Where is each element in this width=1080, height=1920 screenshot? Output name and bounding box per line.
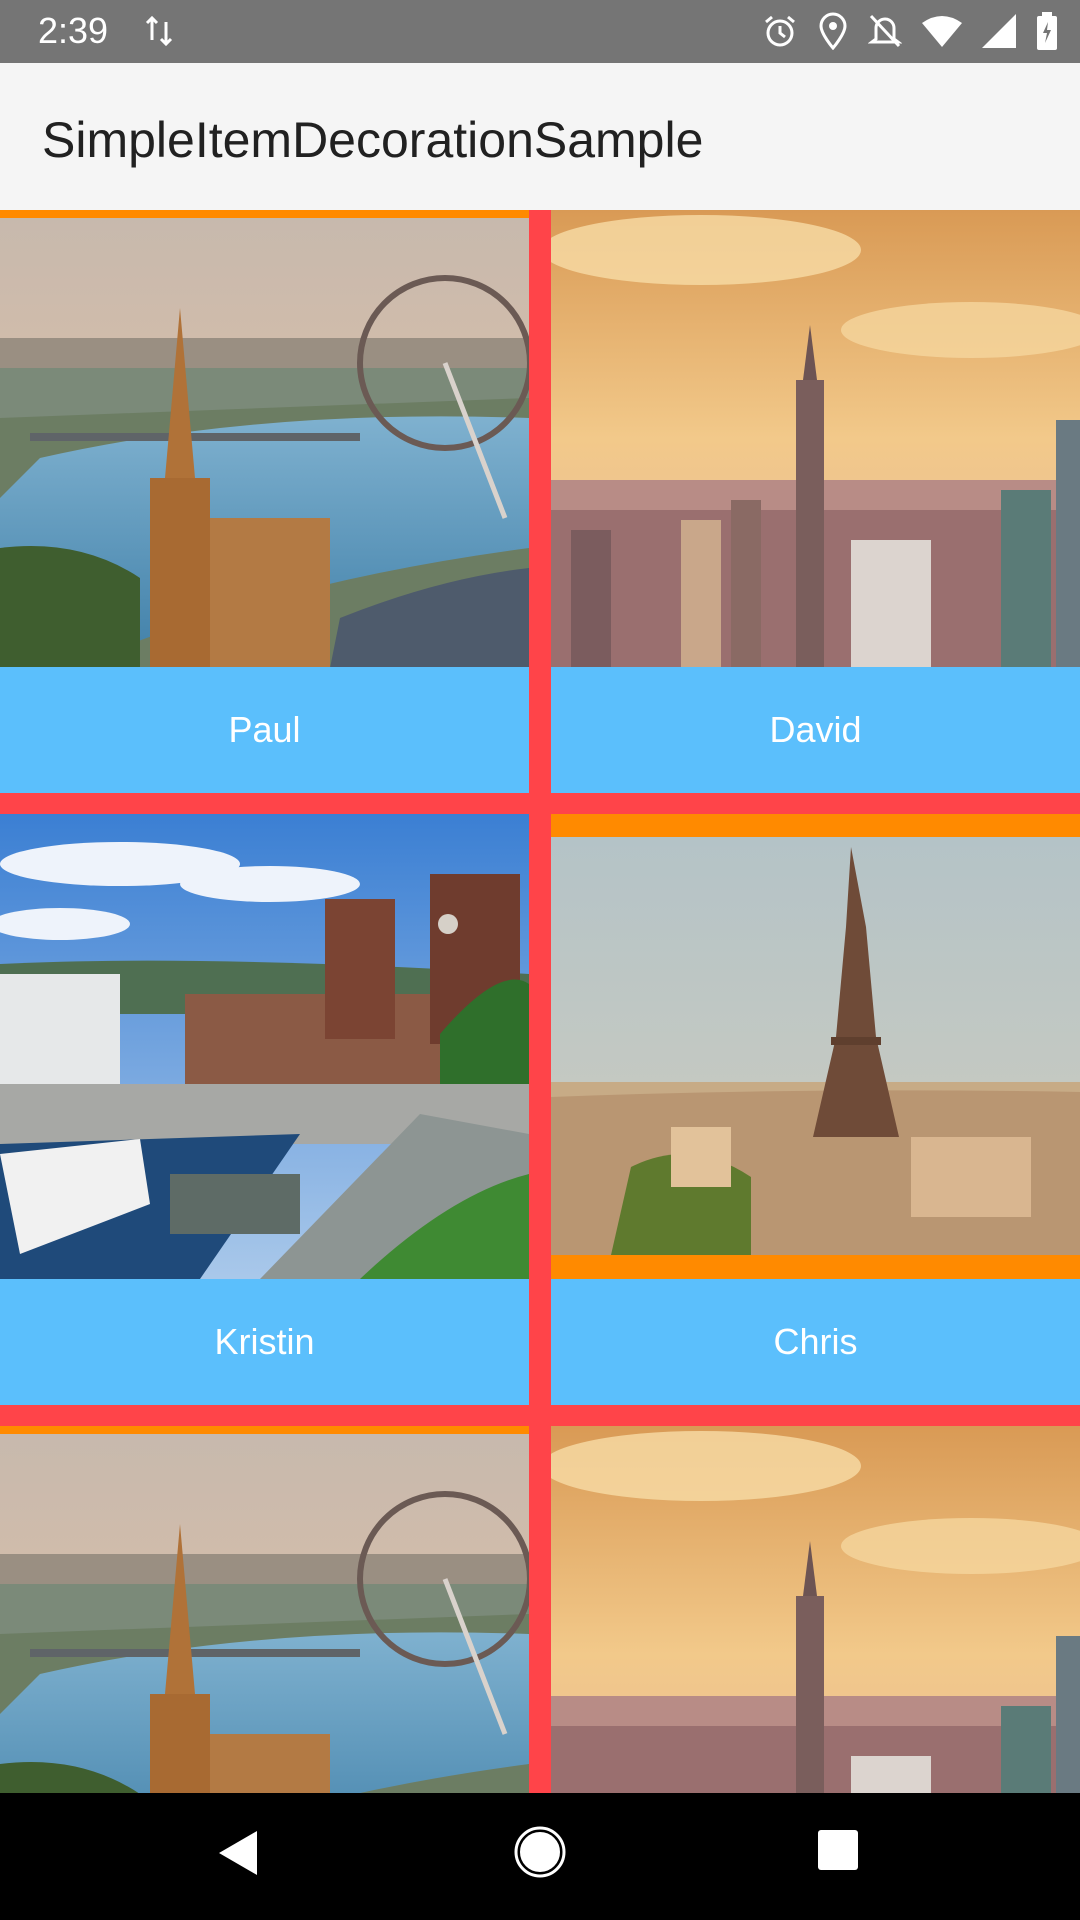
home-icon[interactable] — [513, 1825, 567, 1884]
paris-eiffel-tower-photo — [551, 837, 1080, 1255]
item-name-label: Kristin — [0, 1279, 529, 1405]
image-grid[interactable]: Paul David Kristin Chris — [0, 210, 1080, 1793]
status-time: 2:39 — [38, 10, 109, 51]
battery-icon — [1036, 12, 1058, 50]
location-icon — [818, 12, 848, 50]
data-transfer-icon — [144, 14, 174, 53]
item-name-label: Chris — [551, 1279, 1080, 1405]
app-title: SimpleItemDecorationSample — [42, 112, 704, 168]
item-decoration-top — [551, 814, 1080, 837]
london-skyline-photo — [0, 218, 529, 668]
signal-icon — [982, 14, 1016, 48]
alarm-icon — [762, 13, 798, 49]
new-york-skyline-photo — [551, 1426, 1080, 1793]
grid-item-david[interactable]: David — [551, 210, 1080, 793]
app-bar: SimpleItemDecorationSample — [0, 63, 1080, 210]
item-decoration-bottom — [551, 1255, 1080, 1279]
item-decoration-top — [0, 1426, 529, 1434]
recents-icon[interactable] — [816, 1828, 860, 1877]
item-name-label: Paul — [0, 667, 529, 793]
london-skyline-photo — [0, 1434, 529, 1793]
grid-item-london-partial[interactable] — [0, 1426, 529, 1793]
grid-item-newyork-partial[interactable] — [551, 1426, 1080, 1793]
item-decoration-top — [0, 210, 529, 218]
wifi-icon — [922, 15, 962, 47]
back-icon[interactable] — [215, 1823, 261, 1888]
oslo-harbor-photo — [0, 814, 529, 1279]
new-york-skyline-photo — [551, 210, 1080, 667]
navigation-bar — [0, 1793, 1080, 1920]
grid-item-paul[interactable]: Paul — [0, 210, 529, 793]
item-name-label: David — [551, 667, 1080, 793]
status-bar: 2:39 — [0, 0, 1080, 63]
notifications-off-icon — [868, 13, 902, 49]
